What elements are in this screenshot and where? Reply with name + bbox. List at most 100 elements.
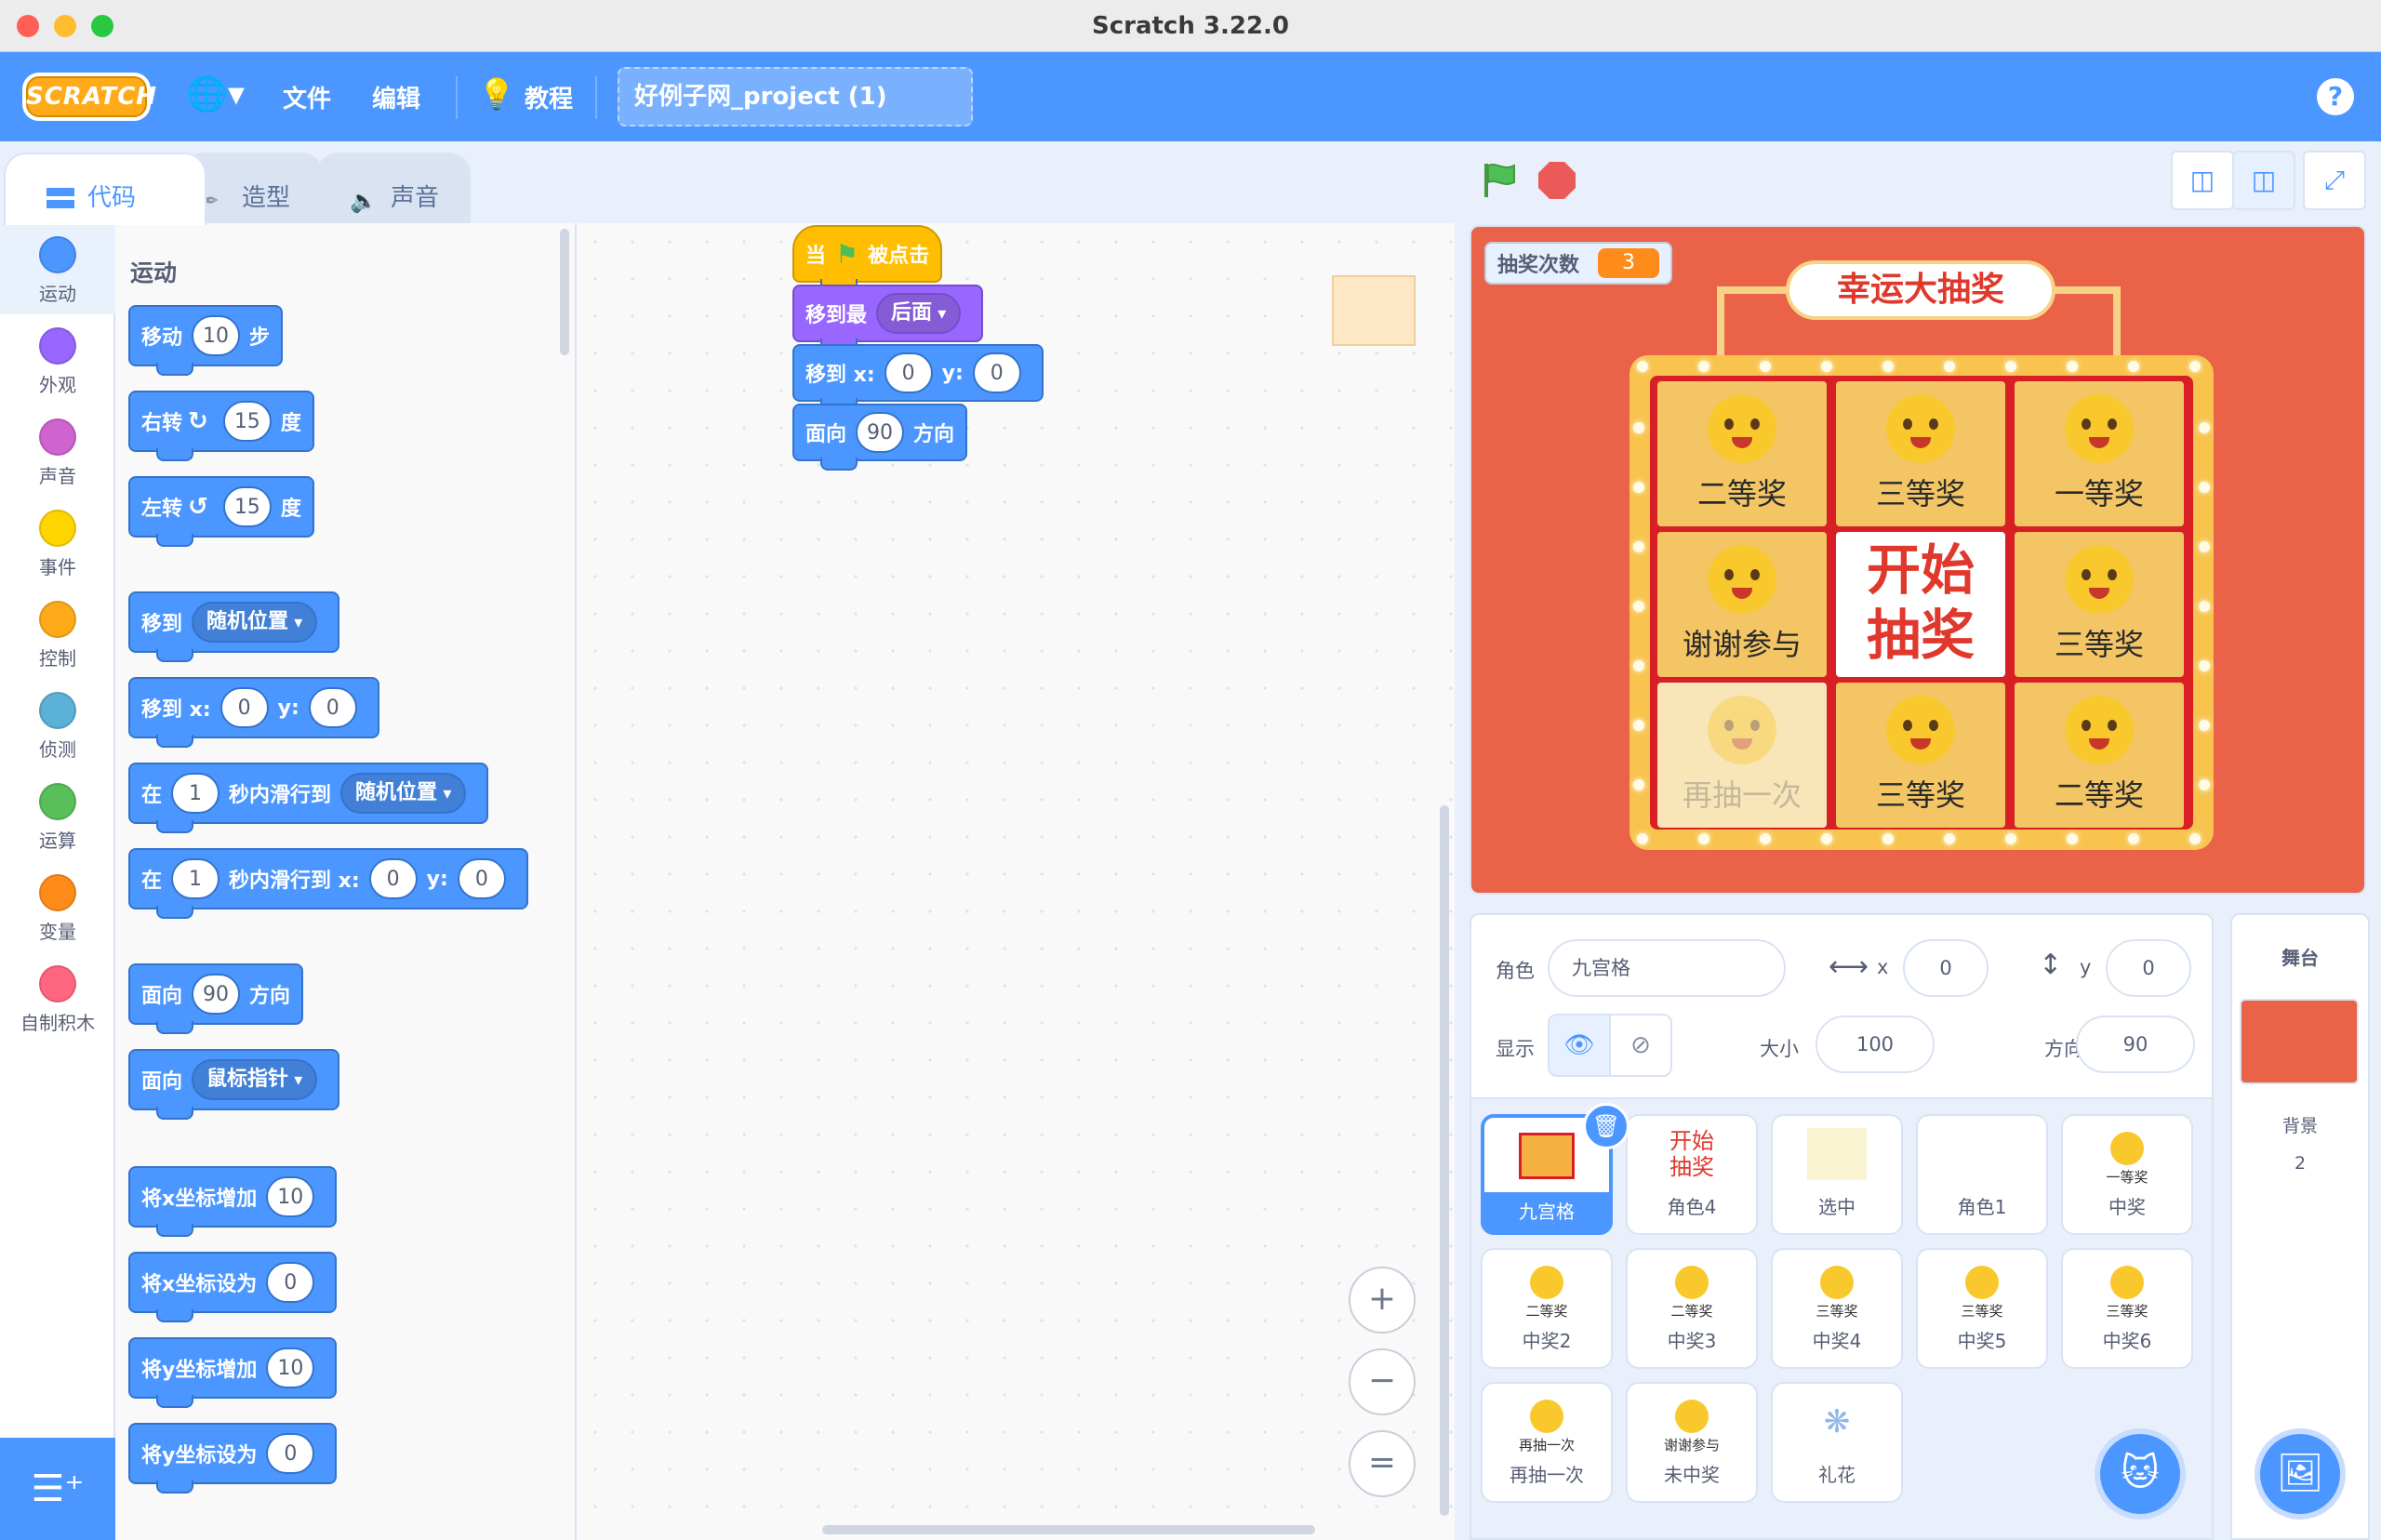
degrees-input[interactable]: 15	[222, 401, 272, 442]
category-5[interactable]: 侦测	[0, 679, 115, 770]
show-sprite-button[interactable]: 👁	[1548, 1014, 1611, 1077]
turn-right-block[interactable]: 右转 ↻ 15 度	[128, 391, 314, 461]
set-y-block[interactable]: 将y坐标设为 0	[128, 1423, 338, 1494]
direction-input[interactable]: 90	[856, 412, 905, 453]
y-input[interactable]: 0	[457, 858, 506, 899]
script-point-direction-block[interactable]: 面向 90 方向	[792, 404, 968, 471]
tab-code[interactable]: 代码	[4, 153, 206, 225]
x-input[interactable]: 0	[884, 352, 933, 393]
x-input[interactable]: 0	[368, 858, 418, 899]
edit-menu[interactable]: 编辑	[372, 80, 420, 114]
category-8[interactable]: 自制积木	[0, 952, 115, 1043]
delete-sprite-button[interactable]: 🗑	[1583, 1103, 1629, 1149]
x-input[interactable]: 0	[266, 1262, 315, 1303]
y-input[interactable]: 0	[308, 687, 357, 728]
category-7[interactable]: 变量	[0, 861, 115, 952]
help-icon[interactable]: ?	[2317, 78, 2354, 115]
move-steps-block[interactable]: 移动 10 步	[128, 305, 284, 376]
when-flag-clicked-block[interactable]: 当 ⚑ 被点击	[792, 225, 943, 292]
glide-xy-block[interactable]: 在 1 秒内滑行到 x: 0 y: 0	[128, 848, 528, 919]
globe-language-icon[interactable]: 🌐▾	[186, 74, 245, 113]
category-1[interactable]: 外观	[0, 314, 115, 405]
x-position-input[interactable]: 0	[1903, 939, 1989, 997]
dy-input[interactable]: 10	[266, 1348, 315, 1388]
normal-stage-button[interactable]: ◫	[2232, 151, 2295, 210]
layer-dropdown[interactable]: 后面	[876, 293, 962, 334]
small-stage-button[interactable]: ◫	[2171, 151, 2234, 210]
light-bulb	[2199, 779, 2210, 790]
extension-button[interactable]: ☰⁺	[0, 1438, 115, 1540]
y-input[interactable]: 0	[266, 1433, 315, 1474]
dx-input[interactable]: 10	[266, 1176, 315, 1217]
sprite-tile[interactable]: 三等奖 中奖4	[1771, 1248, 1903, 1369]
glide-target-dropdown[interactable]: 随机位置	[340, 773, 467, 814]
tutorials-menu[interactable]: 教程	[525, 80, 573, 114]
point-direction-block[interactable]: 面向 90 方向	[128, 963, 304, 1034]
workspace-vertical-scrollbar[interactable]	[1440, 805, 1449, 1516]
goto-xy-block[interactable]: 移到 x: 0 y: 0	[128, 677, 379, 748]
sprite-tile[interactable]: 选中	[1771, 1114, 1903, 1235]
sprite-tile[interactable]: 三等奖 中奖6	[2061, 1248, 2193, 1369]
start-lottery-button[interactable]: 开始 抽奖	[1836, 532, 2005, 677]
add-sprite-button[interactable]: 🐱	[2095, 1428, 2186, 1520]
change-y-block[interactable]: 将y坐标增加 10	[128, 1337, 338, 1408]
size-input[interactable]: 100	[1816, 1016, 1935, 1073]
degrees-input[interactable]: 15	[222, 486, 272, 527]
goto-target-dropdown[interactable]: 随机位置	[192, 602, 318, 643]
green-flag-button[interactable]	[1481, 162, 1520, 199]
category-4[interactable]: 控制	[0, 588, 115, 679]
sprite-tile[interactable]: 二等奖 中奖3	[1626, 1248, 1758, 1369]
zoom-in-button[interactable]: +	[1349, 1267, 1416, 1334]
workspace-horizontal-scrollbar[interactable]	[822, 1525, 1315, 1534]
stop-button[interactable]	[1538, 162, 1576, 199]
tab-sounds[interactable]: 🔈 声音	[316, 153, 471, 223]
sprite-tile[interactable]: ❋ 礼花	[1771, 1382, 1903, 1503]
emoji-face-icon	[1529, 1265, 1563, 1299]
point-towards-block[interactable]: 面向 鼠标指针	[128, 1049, 340, 1120]
category-0[interactable]: 运动	[0, 223, 115, 314]
y-input[interactable]: 0	[972, 352, 1021, 393]
go-to-layer-block[interactable]: 移到最 后面	[792, 285, 984, 352]
sprite-name: 未中奖	[1664, 1464, 1720, 1486]
monitor-value: 3	[1598, 248, 1660, 278]
category-3[interactable]: 事件	[0, 497, 115, 588]
y-position-input[interactable]: 0	[2106, 939, 2191, 997]
glide-block[interactable]: 在 1 秒内滑行到 随机位置	[128, 763, 489, 833]
direction-input[interactable]: 90	[192, 974, 241, 1015]
sprite-tile[interactable]: 一等奖 中奖	[2061, 1114, 2193, 1235]
set-x-block[interactable]: 将x坐标设为 0	[128, 1252, 338, 1322]
hide-sprite-button[interactable]: ⊘	[1609, 1014, 1672, 1077]
seconds-input[interactable]: 1	[171, 858, 220, 899]
light-bulb	[1633, 422, 1644, 433]
x-input[interactable]: 0	[219, 687, 269, 728]
turn-left-block[interactable]: 左转 ↺ 15 度	[128, 476, 314, 547]
add-backdrop-button[interactable]: 🖼	[2255, 1428, 2346, 1520]
category-2[interactable]: 声音	[0, 405, 115, 497]
palette-scrollbar[interactable]	[560, 229, 569, 355]
zoom-out-button[interactable]: −	[1349, 1348, 1416, 1415]
sprite-tile[interactable]: 开始 抽奖 角色4	[1626, 1114, 1758, 1235]
goto-block[interactable]: 移到 随机位置	[128, 591, 340, 662]
steps-input[interactable]: 10	[192, 315, 241, 356]
sprite-tile[interactable]: 谢谢参与 未中奖	[1626, 1382, 1758, 1503]
towards-dropdown[interactable]: 鼠标指针	[192, 1059, 318, 1100]
direction-input[interactable]: 90	[2076, 1016, 2195, 1073]
script-workspace[interactable]: 当 ⚑ 被点击 移到最后面 移到 x: 0 y: 0 面向 90 方向 + − =	[577, 223, 1455, 1540]
scratch-logo[interactable]: SCRATCH	[22, 73, 156, 121]
project-title-input[interactable]: 好例子网_project (1)	[618, 67, 973, 126]
file-menu[interactable]: 文件	[283, 80, 331, 114]
sprite-tile[interactable]: 二等奖 中奖2	[1481, 1248, 1613, 1369]
stage[interactable]: 抽奖次数 3 幸运大抽奖 二等奖 三等奖 一等奖 谢谢参与 开始 抽奖 三等奖 再抽一次 三等奖…	[1470, 225, 2366, 895]
prize-label: 开始 抽奖	[1866, 538, 1975, 667]
fullscreen-button[interactable]: ⤢	[2303, 151, 2366, 210]
seconds-input[interactable]: 1	[171, 773, 220, 814]
sprite-tile[interactable]: 三等奖 中奖5	[1916, 1248, 2048, 1369]
sprite-tile[interactable]: 角色1	[1916, 1114, 2048, 1235]
category-6[interactable]: 运算	[0, 770, 115, 861]
light-bulb	[2128, 361, 2139, 372]
zoom-reset-button[interactable]: =	[1349, 1430, 1416, 1497]
change-x-block[interactable]: 将x坐标增加 10	[128, 1166, 338, 1237]
script-goto-xy-block[interactable]: 移到 x: 0 y: 0	[792, 344, 1044, 411]
sprite-tile[interactable]: 再抽一次 再抽一次	[1481, 1382, 1613, 1503]
sprite-name-input[interactable]: 九宫格	[1548, 939, 1786, 997]
